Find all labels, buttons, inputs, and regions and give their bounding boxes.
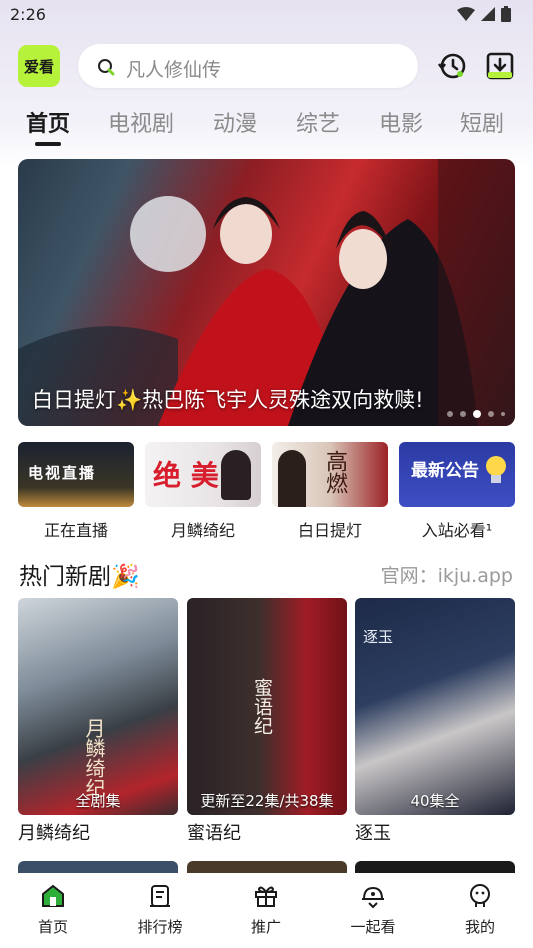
episode-badge: 全剧集 [75,792,121,810]
tab-variety[interactable]: 综艺 [296,106,340,138]
shortcut-label: 正在直播 [43,521,108,540]
shortcut-thumb-text: 电视直播 [28,464,97,482]
shortcut-bairi[interactable]: 高燃 白日提灯 [272,442,388,541]
shortcut-live[interactable]: 电视直播 正在直播 [18,442,134,541]
nav-watch-together[interactable]: 一起看 [333,883,413,937]
drama-card[interactable]: 蜜语纪 更新至22集/共38集 蜜语纪 [187,598,347,845]
section-title: 热门新剧🎉 [19,564,140,590]
wifi-icon [457,7,475,21]
carousel-dot [460,411,466,417]
watch-together-icon [362,886,384,909]
episode-badge: 40集全 [410,792,460,810]
shortcut-notice[interactable]: 最新公告 入站必看¹ [399,442,515,541]
signal-icon [481,7,495,21]
tab-short-drama[interactable]: 短剧 [460,106,504,138]
app-logo[interactable]: 爱看 [18,45,60,87]
shortcut-yuelin[interactable]: 绝 美 月鳞绮纪 [145,442,261,541]
drama-card-peek [355,861,515,873]
official-site-note: 官网：ikju.app [380,565,513,587]
poster-title-art: 月鳞绮纪 [82,718,106,798]
drama-title: 月鳞绮纪 [18,823,90,844]
shortcut-label: 月鳞绮纪 [170,521,235,540]
carousel-dot [488,411,494,417]
drama-card[interactable]: 逐玉 40集全 逐玉 [355,598,515,845]
nav-label: 推广 [250,918,281,936]
tab-anime[interactable]: 动漫 [213,106,257,138]
tab-home[interactable]: 首页 [26,106,70,138]
drama-poster: 蜜语纪 更新至22集/共38集 [187,598,347,815]
download-icon[interactable] [484,50,516,82]
episode-badge: 更新至22集/共38集 [200,792,334,810]
shortcut-thumb-text: 最新公告 [411,461,479,481]
nav-home[interactable]: 首页 [13,883,93,937]
search-input[interactable]: 凡人修仙传 [78,44,418,88]
hero-banner[interactable]: 白日提灯✨热巴陈飞宇人灵殊途双向救赎! [18,159,515,426]
drama-poster: 月鳞绮纪 全剧集 [18,598,178,815]
nav-promotion[interactable]: 推广 [226,883,306,937]
home-icon [42,884,64,907]
shortcut-thumb: 最新公告 [399,442,515,507]
nav-label: 一起看 [350,918,396,936]
nav-ranking[interactable]: 排行榜 [120,883,200,937]
drama-card-peek [18,861,178,873]
carousel-indicator [447,410,505,418]
lightbulb-icon [486,456,506,483]
tab-tv-series[interactable]: 电视剧 [108,106,174,138]
drama-card[interactable]: 月鳞绮纪 全剧集 月鳞绮纪 [18,598,178,845]
bottom-navigation: 首页 排行榜 推广 一起看 我的 [0,873,533,948]
search-placeholder: 凡人修仙传 [126,59,222,81]
history-icon[interactable] [436,50,468,82]
shortcut-thumb: 绝 美 [145,442,261,507]
nav-label: 我的 [464,918,495,936]
shortcut-thumb-text: 绝 美 [153,459,219,492]
shortcut-label: 入站必看¹ [421,521,493,540]
shortcut-thumb: 高燃 [272,442,388,507]
poster-title-art: 逐玉 [363,628,394,646]
shortcut-figure [278,450,306,507]
nav-label: 首页 [37,918,68,936]
tab-movie[interactable]: 电影 [379,106,423,138]
battery-icon [501,6,511,22]
shortcut-thumb-text: 高燃 [322,450,347,494]
drama-title: 逐玉 [355,823,391,844]
carousel-dot [501,412,505,416]
drama-poster: 逐玉 40集全 [355,598,515,815]
poster-title-art: 蜜语纪 [251,678,273,735]
status-icons [457,6,511,22]
gift-icon [255,886,277,907]
carousel-dot-active [473,410,481,418]
shortcut-label: 白日提灯 [297,521,362,540]
carousel-dot [447,411,453,417]
search-icon [98,59,115,76]
drama-card-peek [187,861,347,873]
profile-icon [470,884,490,907]
banner-caption: 白日提灯✨热巴陈飞宇人灵殊途双向救赎! [32,388,424,412]
shortcut-thumb: 电视直播 [18,442,134,507]
ranking-icon [150,885,170,907]
shortcut-figure [221,450,251,500]
app-logo-text: 爱看 [23,57,54,76]
drama-title: 蜜语纪 [187,823,241,844]
tab-indicator [35,142,61,146]
nav-profile[interactable]: 我的 [440,883,520,937]
status-time: 2:26 [10,5,46,24]
nav-label: 排行榜 [137,918,183,936]
